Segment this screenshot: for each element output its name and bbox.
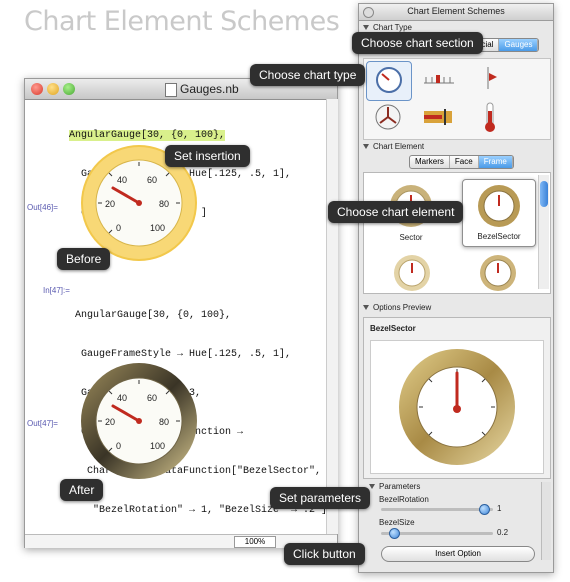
chart-element-header[interactable]: Chart Element: [363, 142, 424, 151]
chart-type-angular-selected[interactable]: [366, 61, 412, 101]
notebook-title: Gauges.nb: [180, 82, 239, 96]
angular-gauge-icon: [376, 67, 402, 93]
before-tick-100: 100: [150, 223, 165, 233]
preview-canvas: [370, 340, 544, 474]
chart-element-list: Sector BezelSector: [363, 172, 551, 294]
tab-frame[interactable]: Frame: [478, 156, 513, 168]
gauge-after: 0 20 40 60 80 100: [81, 363, 197, 479]
options-preview-panel: BezelSector: [363, 317, 551, 479]
callout-set-parameters: Set parameters: [270, 487, 371, 509]
page-heading: Chart Element Schemes: [24, 6, 340, 37]
tab-face[interactable]: Face: [450, 156, 479, 168]
bezelsector-caption: BezelSector: [477, 232, 521, 241]
after-tick-0: 0: [116, 441, 121, 451]
before-tick-20: 20: [105, 199, 115, 209]
input2-line-1: AngularGauge[30, {0, 100},: [75, 310, 232, 321]
element-list-scrollbar[interactable]: [538, 175, 549, 289]
tab-markers[interactable]: Markers: [410, 156, 450, 168]
chart-element-schemes-palette: Chart Element Schemes Chart Type ncial G…: [358, 3, 554, 573]
bullet-gauge-icon[interactable]: [422, 107, 454, 127]
chart-type-header[interactable]: Chart Type: [363, 23, 412, 32]
frame-element-icon-3[interactable]: [392, 253, 432, 293]
palette-scrollbar[interactable]: [541, 482, 551, 560]
after-tick-40: 40: [117, 393, 127, 403]
callout-after: After: [60, 479, 104, 501]
out47-label: Out[47]=: [27, 419, 58, 428]
after-tick-20: 20: [105, 417, 115, 427]
input2-line-2: GaugeFrameStyle → Hue[.125, .5, 1],: [75, 349, 292, 360]
bezelsector-element-icon: [478, 185, 520, 227]
before-tick-0: 0: [116, 223, 121, 233]
input1-line-1: AngularGauge[30, {0, 100},: [69, 130, 226, 141]
after-tick-100: 100: [150, 441, 165, 451]
frame-element-icon-4[interactable]: [478, 253, 518, 293]
notebook-cell-bracket-bar[interactable]: [326, 99, 338, 534]
thermometer-gauge-icon[interactable]: [482, 101, 498, 133]
callout-before: Before: [57, 248, 111, 270]
chart-element-tabs: Markers Face Frame: [409, 155, 514, 169]
callout-click-button: Click button: [284, 543, 365, 565]
before-tick-60: 60: [147, 175, 157, 185]
bezel-size-knob[interactable]: [389, 528, 400, 539]
clock-gauge-icon[interactable]: [374, 103, 402, 131]
palette-title: Chart Element Schemes: [407, 6, 505, 16]
bezelsector-element-selected[interactable]: BezelSector: [462, 179, 536, 247]
bezel-size-value: 0.2: [497, 528, 509, 537]
element-list-scroll-thumb[interactable]: [540, 181, 548, 207]
chart-type-grid: [363, 58, 551, 140]
options-preview-header[interactable]: Options Preview: [363, 303, 431, 312]
close-window-button[interactable]: [31, 83, 43, 95]
sector-caption: Sector: [399, 233, 423, 242]
before-tick-80: 80: [159, 199, 169, 209]
bezel-rotation-label: BezelRotation: [379, 495, 429, 504]
palette-titlebar: Chart Element Schemes: [359, 4, 553, 21]
callout-set-insertion: Set insertion: [165, 145, 250, 167]
bezel-rotation-value: 1: [497, 504, 502, 513]
notebook-file-icon: [165, 83, 177, 97]
callout-choose-type: Choose chart type: [250, 64, 366, 86]
preview-gauge: [399, 349, 515, 465]
parameters-header[interactable]: Parameters: [369, 482, 420, 491]
in47-label: In[47]:=: [43, 286, 70, 295]
out46-label: Out[46]=: [27, 203, 58, 212]
zoom-menu[interactable]: 100%: [234, 536, 276, 548]
callout-choose-section: Choose chart section: [352, 32, 483, 54]
bezel-rotation-knob[interactable]: [479, 504, 490, 515]
vertical-gauge-icon[interactable]: [480, 65, 500, 91]
zoom-window-button[interactable]: [63, 83, 75, 95]
horizontal-gauge-icon[interactable]: [422, 71, 456, 87]
after-tick-60: 60: [147, 393, 157, 403]
before-tick-40: 40: [117, 175, 127, 185]
insert-option-button[interactable]: Insert Option: [381, 546, 535, 562]
callout-choose-element: Choose chart element: [328, 201, 464, 223]
tab-gauges[interactable]: Gauges: [499, 39, 539, 51]
bezel-size-label: BezelSize: [379, 518, 415, 527]
preview-title: BezelSector: [370, 324, 416, 333]
bezel-rotation-slider[interactable]: [381, 508, 493, 511]
after-tick-80: 80: [159, 417, 169, 427]
minimize-window-button[interactable]: [47, 83, 59, 95]
